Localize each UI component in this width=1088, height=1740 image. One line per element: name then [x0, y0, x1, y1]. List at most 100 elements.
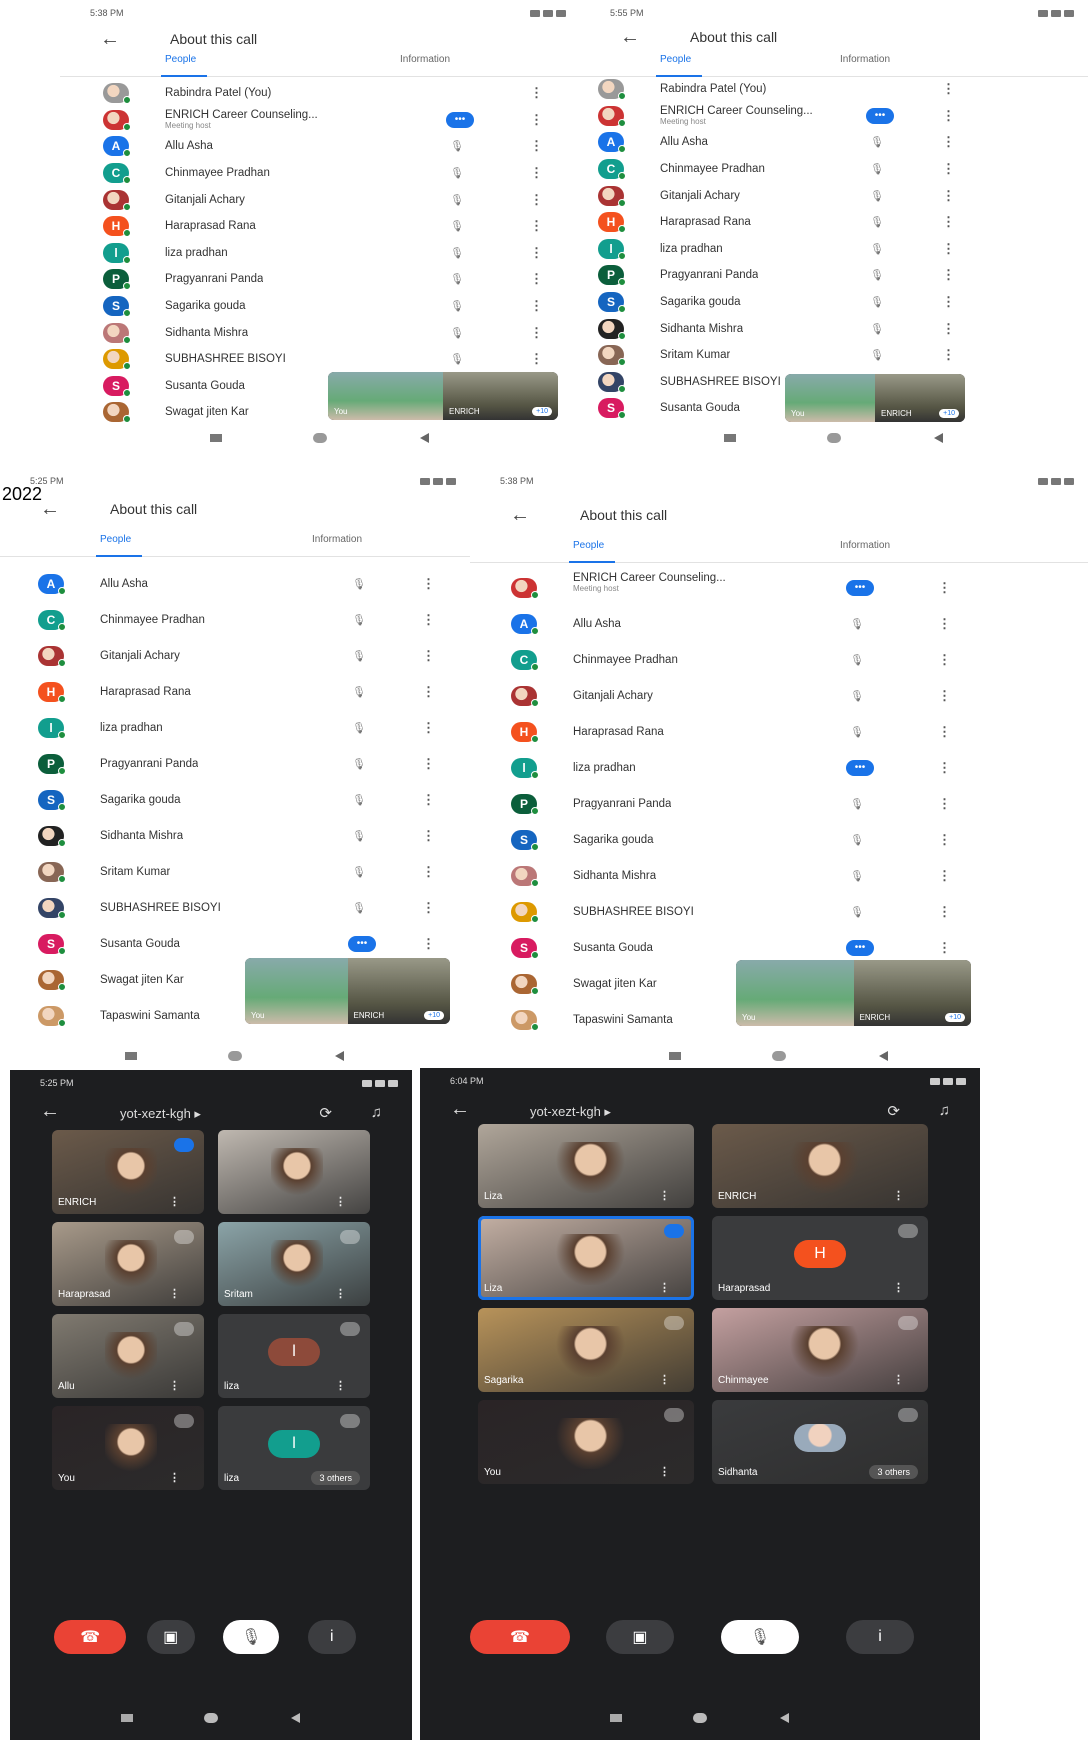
video-tile[interactable]: Chinmayee ⋮	[712, 1308, 928, 1392]
meeting-code[interactable]: yot-xezt-kgh ▸	[120, 1106, 201, 1122]
more-options-icon[interactable]: ⋮	[422, 612, 435, 628]
video-tile[interactable]: You ⋮	[52, 1406, 204, 1490]
tab-information[interactable]: Information	[312, 534, 362, 545]
home-icon[interactable]	[313, 433, 327, 443]
back-nav-icon[interactable]	[335, 1051, 344, 1061]
video-tile[interactable]: Haraprasad ⋮	[52, 1222, 204, 1306]
tile-more-icon[interactable]: ⋮	[169, 1471, 180, 1484]
participant-row[interactable]: P Pragyanrani Panda 🎙 ⋮	[580, 262, 1088, 289]
participant-row[interactable]: C Chinmayee Pradhan 🎙 ⋮	[470, 642, 1088, 678]
participant-row[interactable]: SUBHASHREE BISOYI 🎙 ⋮	[470, 894, 1088, 930]
home-icon[interactable]	[693, 1713, 707, 1723]
participant-row[interactable]: A Allu Asha 🎙 ⋮	[470, 606, 1088, 642]
tile-more-icon[interactable]: ⋮	[169, 1287, 180, 1300]
participant-row[interactable]: A Allu Asha 🎙 ⋮	[0, 566, 470, 602]
more-options-icon[interactable]: ⋮	[422, 648, 435, 664]
video-tile[interactable]: You ⋮	[478, 1400, 694, 1484]
more-options-icon[interactable]: ⋮	[530, 351, 543, 367]
participant-row[interactable]: Sritam Kumar 🎙 ⋮	[580, 342, 1088, 369]
more-options-icon[interactable]: ⋮	[938, 616, 951, 632]
participant-row[interactable]: S Sagarika gouda 🎙 ⋮	[0, 782, 470, 818]
participant-row[interactable]: P Pragyanrani Panda 🎙 ⋮	[60, 266, 580, 293]
participant-row[interactable]: A Allu Asha 🎙 ⋮	[580, 129, 1088, 156]
participant-row[interactable]: H Haraprasad Rana 🎙 ⋮	[60, 213, 580, 240]
back-nav-icon[interactable]	[934, 433, 943, 443]
participant-row[interactable]: Rabindra Patel (You) ⋮	[60, 80, 580, 107]
more-options-icon[interactable]: ⋮	[530, 245, 543, 261]
more-options-icon[interactable]: ⋮	[942, 134, 955, 150]
more-options-icon[interactable]: ⋮	[530, 138, 543, 154]
picture-in-picture[interactable]: You ENRICH +10	[785, 374, 965, 422]
more-options-icon[interactable]: ⋮	[942, 161, 955, 177]
more-options-icon[interactable]: ⋮	[938, 832, 951, 848]
end-call-button[interactable]: ☎	[469, 1620, 571, 1654]
tab-people[interactable]: People	[660, 54, 691, 65]
recents-icon[interactable]	[125, 1052, 137, 1060]
video-tile[interactable]: Liza ⋮	[478, 1124, 694, 1208]
more-options-icon[interactable]: ⋮	[530, 325, 543, 341]
more-options-icon[interactable]: ⋮	[530, 298, 543, 314]
participant-row[interactable]: ENRICH Career Counseling... Meeting host •…	[470, 570, 1088, 606]
participant-row[interactable]: SUBHASHREE BISOYI 🎙 ⋮	[60, 346, 580, 373]
participant-row[interactable]: Sritam Kumar 🎙 ⋮	[0, 854, 470, 890]
back-arrow-icon[interactable]: ←	[510, 500, 530, 530]
tile-more-icon[interactable]: ⋮	[169, 1379, 180, 1392]
tile-more-icon[interactable]: ⋮	[659, 1189, 670, 1202]
more-options-icon[interactable]: ⋮	[422, 900, 435, 916]
end-call-button[interactable]: ☎	[54, 1620, 127, 1654]
camera-toggle-button[interactable]: ▣	[146, 1620, 195, 1654]
others-count[interactable]: 3 others	[869, 1465, 918, 1479]
more-options-icon[interactable]: ⋮	[422, 936, 435, 952]
more-options-icon[interactable]: ⋮	[938, 688, 951, 704]
more-options-icon[interactable]: ⋮	[938, 760, 951, 776]
recents-icon[interactable]	[210, 434, 222, 442]
participant-row[interactable]: Gitanjali Achary 🎙 ⋮	[60, 186, 580, 213]
others-count[interactable]: 3 others	[311, 1471, 360, 1485]
tile-more-icon[interactable]: ⋮	[659, 1373, 670, 1386]
switch-camera-icon[interactable]: ⟳	[319, 1104, 332, 1122]
recents-icon[interactable]	[669, 1052, 681, 1060]
participant-row[interactable]: C Chinmayee Pradhan 🎙 ⋮	[0, 602, 470, 638]
more-options-icon[interactable]: ⋮	[942, 214, 955, 230]
participant-row[interactable]: H Haraprasad Rana 🎙 ⋮	[0, 674, 470, 710]
participant-row[interactable]: Sidhanta Mishra 🎙 ⋮	[470, 858, 1088, 894]
camera-toggle-button[interactable]: ▣	[606, 1620, 674, 1654]
participant-row[interactable]: l liza pradhan ••• ⋮	[470, 750, 1088, 786]
video-tile[interactable]: Allu ⋮	[52, 1314, 204, 1398]
recents-icon[interactable]	[610, 1714, 622, 1722]
tile-more-icon[interactable]: ⋮	[893, 1281, 904, 1294]
video-tile[interactable]: Sidhanta 3 others	[712, 1400, 928, 1484]
tile-more-icon[interactable]: ⋮	[893, 1189, 904, 1202]
video-tile[interactable]: Liza ⋮	[478, 1216, 694, 1300]
participant-row[interactable]: C Chinmayee Pradhan 🎙 ⋮	[60, 160, 580, 187]
participant-row[interactable]: Gitanjali Achary 🎙 ⋮	[580, 182, 1088, 209]
more-options-icon[interactable]: ⋮	[530, 165, 543, 181]
back-nav-icon[interactable]	[780, 1713, 789, 1723]
mic-toggle-button[interactable]: 🎙	[720, 1620, 800, 1654]
participant-row[interactable]: S Sagarika gouda 🎙 ⋮	[470, 822, 1088, 858]
tile-more-icon[interactable]: ⋮	[893, 1373, 904, 1386]
meeting-code[interactable]: yot-xezt-kgh ▸	[530, 1104, 611, 1120]
tile-more-icon[interactable]: ⋮	[659, 1281, 670, 1294]
call-info-button[interactable]: i	[307, 1620, 356, 1654]
more-options-icon[interactable]: ⋮	[942, 267, 955, 283]
participant-row[interactable]: H Haraprasad Rana 🎙 ⋮	[470, 714, 1088, 750]
more-options-icon[interactable]: ⋮	[942, 81, 955, 97]
back-arrow-icon[interactable]: ←	[450, 1094, 470, 1124]
more-options-icon[interactable]: ⋮	[942, 294, 955, 310]
more-options-icon[interactable]: ⋮	[422, 792, 435, 808]
participant-row[interactable]: S Sagarika gouda 🎙 ⋮	[60, 293, 580, 320]
video-tile[interactable]: ENRICH ⋮	[712, 1124, 928, 1208]
participant-row[interactable]: Sidhanta Mishra 🎙 ⋮	[0, 818, 470, 854]
more-options-icon[interactable]: ⋮	[938, 724, 951, 740]
back-nav-icon[interactable]	[420, 433, 429, 443]
more-options-icon[interactable]: ⋮	[942, 321, 955, 337]
participant-row[interactable]: S Susanta Gouda ••• ⋮	[0, 926, 470, 962]
home-icon[interactable]	[827, 433, 841, 443]
back-arrow-icon[interactable]: ←	[620, 22, 640, 52]
video-tile[interactable]: H Haraprasad ⋮	[712, 1216, 928, 1300]
video-tile[interactable]: Sagarika ⋮	[478, 1308, 694, 1392]
more-options-icon[interactable]: ⋮	[938, 904, 951, 920]
video-tile[interactable]: ⋮	[218, 1130, 370, 1214]
tab-information[interactable]: Information	[840, 54, 890, 65]
